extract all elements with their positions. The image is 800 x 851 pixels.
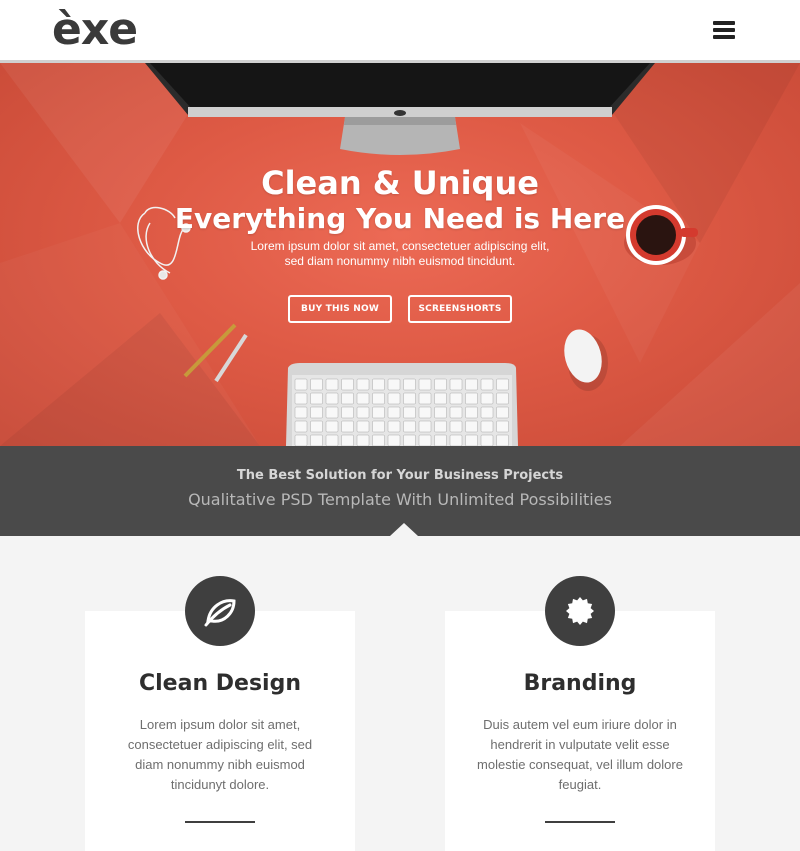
banner-subtitle: Qualitative PSD Template With Unlimited … bbox=[188, 490, 612, 509]
site-header: èxe bbox=[0, 0, 800, 63]
feature-title: Clean Design bbox=[138, 671, 301, 696]
hero-description: Lorem ipsum dolor sit amet, consectetuer… bbox=[250, 239, 550, 268]
mouse-illustration bbox=[564, 329, 608, 391]
feature-text: Duis autem vel eum iriure dolor in hendr… bbox=[477, 717, 683, 792]
screenshots-button[interactable]: SCREENSHORTS bbox=[408, 295, 512, 323]
hero-subtitle: Everything You Need is Here bbox=[174, 202, 626, 235]
banner-pointer bbox=[390, 523, 418, 536]
hero-title: Clean & Unique bbox=[261, 164, 539, 202]
gear-badge-icon bbox=[545, 576, 615, 646]
feature-card-clean-design: Clean Design Lorem ipsum dolor sit amet,… bbox=[85, 611, 355, 851]
logo[interactable]: èxe bbox=[52, 6, 138, 54]
keyboard-illustration bbox=[286, 363, 518, 446]
feature-card-branding: Branding Duis autem vel eum iriure dolor… bbox=[445, 611, 715, 851]
hamburger-menu-icon[interactable] bbox=[713, 21, 735, 39]
banner-title: The Best Solution for Your Business Proj… bbox=[236, 468, 564, 483]
leaf-icon bbox=[185, 576, 255, 646]
monitor-illustration bbox=[145, 63, 655, 155]
feature-divider bbox=[545, 821, 615, 823]
feature-text: Lorem ipsum dolor sit amet, consectetuer… bbox=[127, 717, 313, 792]
feature-title: Branding bbox=[523, 671, 637, 696]
buy-now-button[interactable]: BUY THIS NOW bbox=[288, 295, 392, 323]
hero-section: Clean & Unique Everything You Need is He… bbox=[0, 63, 800, 446]
tagline-banner: The Best Solution for Your Business Proj… bbox=[0, 446, 800, 536]
feature-divider bbox=[185, 821, 255, 823]
